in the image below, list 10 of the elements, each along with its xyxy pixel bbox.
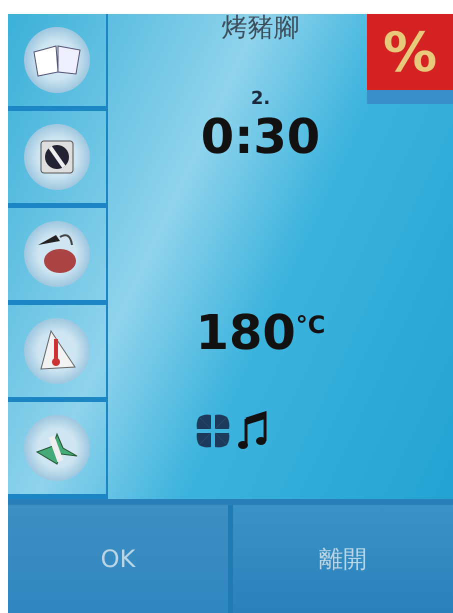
percent-badge[interactable]: % (367, 14, 453, 104)
time-display: 0:30 (200, 109, 320, 165)
program-title: 烤豬腳 (222, 14, 300, 42)
exit-button[interactable]: 離開 (233, 505, 453, 613)
sidebar-button[interactable] (8, 111, 108, 208)
step-number: 2. (250, 88, 270, 109)
temperature-display: 180 (196, 305, 296, 361)
music-note-icon (236, 411, 266, 451)
ok-button[interactable]: OK (8, 505, 228, 613)
temperature-unit: °C (296, 311, 326, 339)
